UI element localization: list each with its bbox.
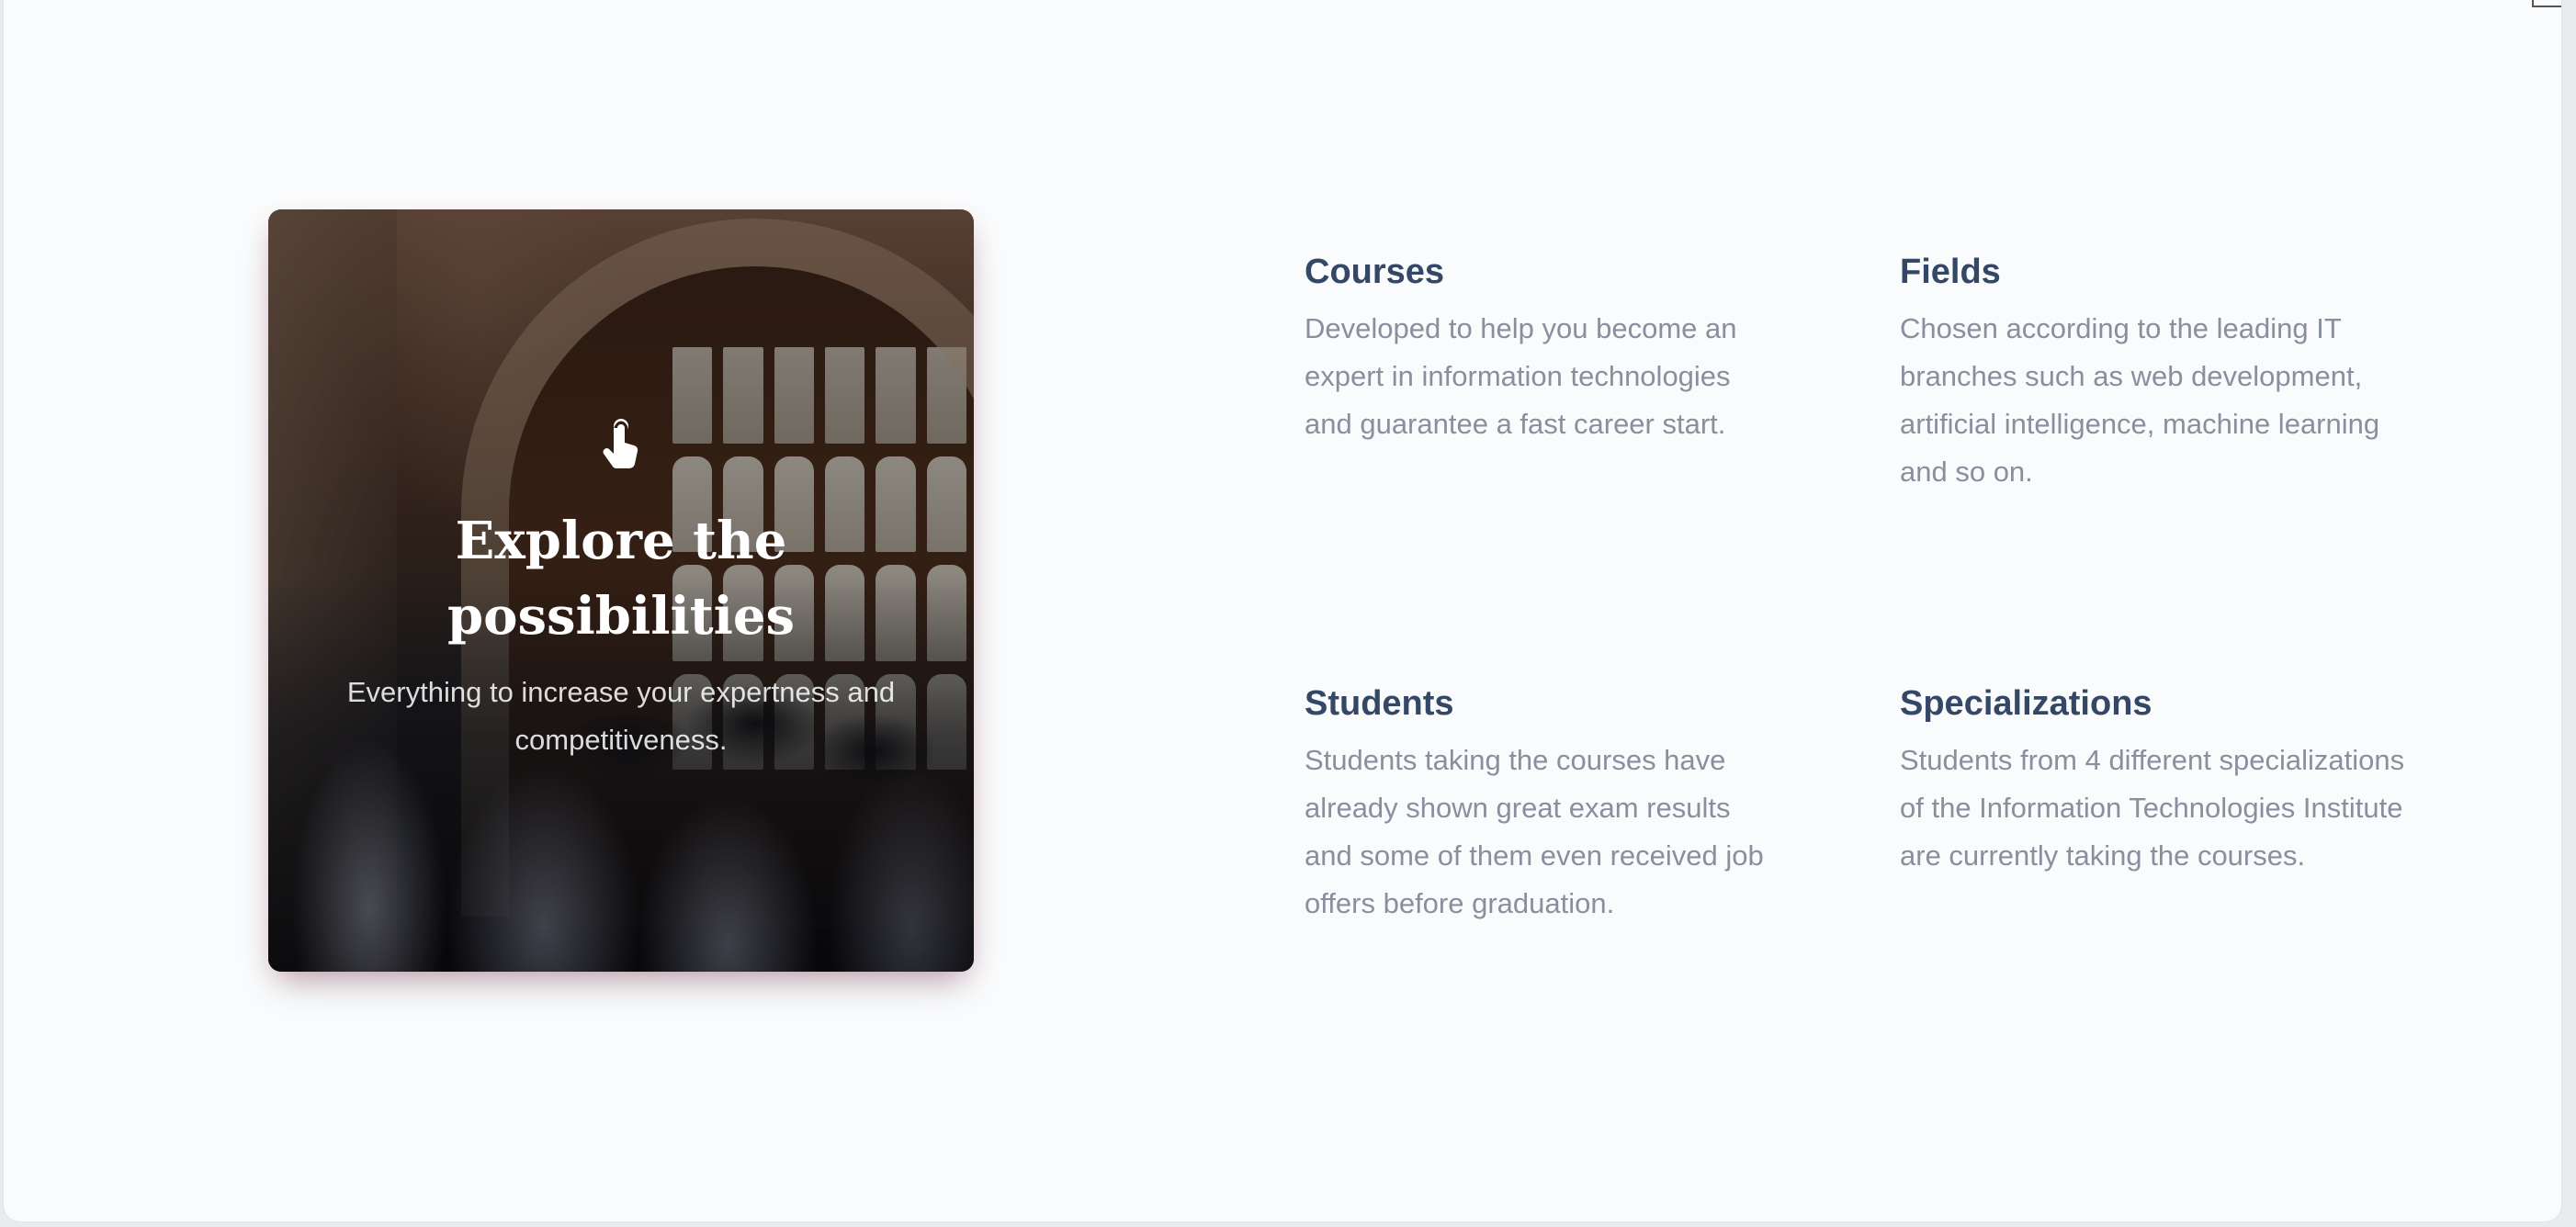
feature-specializations: Specializations Students from 4 differen… <box>1900 680 2433 880</box>
feature-title: Students <box>1305 684 1454 723</box>
hero-title: Explore the possibilities <box>446 511 796 647</box>
hero-subtitle: Everything to increase your expertness a… <box>346 676 896 756</box>
window-corner-decoration <box>2532 0 2561 7</box>
feature-fields: Fields Chosen according to the leading I… <box>1900 248 2433 496</box>
hero-content: Explore the possibilities Everything to … <box>268 209 974 972</box>
feature-description: Students from 4 different specialization… <box>1900 744 2405 872</box>
page-container: Explore the possibilities Everything to … <box>4 0 2561 1221</box>
feature-title: Courses <box>1305 253 1445 291</box>
touch-app-icon <box>603 419 638 469</box>
hero-card: Explore the possibilities Everything to … <box>268 209 974 972</box>
feature-students: Students Students taking the courses hav… <box>1305 680 1764 928</box>
feature-description: Developed to help you become an expert i… <box>1305 312 1737 440</box>
feature-description: Students taking the courses have already… <box>1305 744 1764 919</box>
feature-description: Chosen according to the leading IT branc… <box>1900 312 2380 488</box>
feature-title: Fields <box>1900 253 2001 291</box>
feature-title: Specializations <box>1900 684 2152 723</box>
feature-courses: Courses Developed to help you become an … <box>1305 248 1764 448</box>
